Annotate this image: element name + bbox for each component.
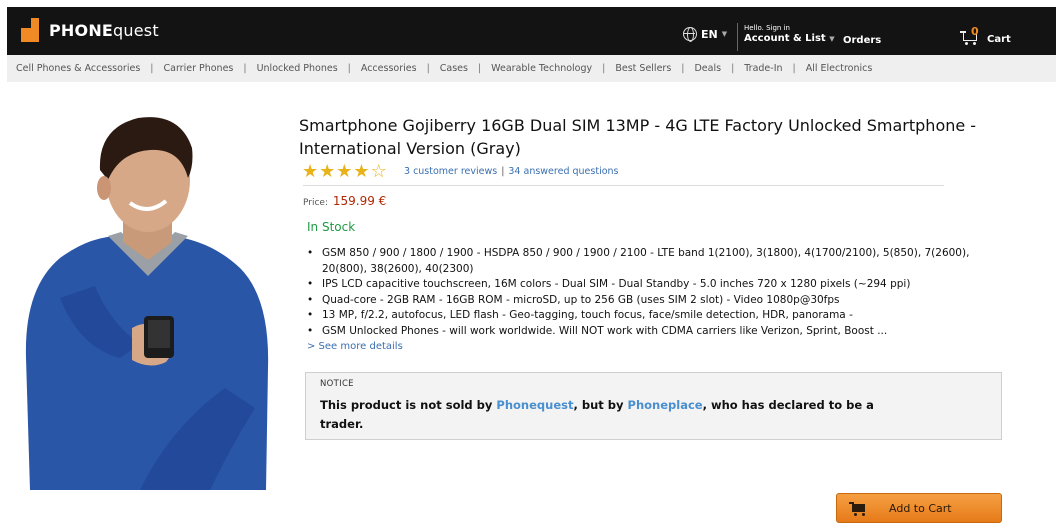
brand-name-bold: PHONE [49, 21, 114, 40]
notice-text: This product is not sold by Phonequest, … [320, 396, 880, 434]
nav-cell-phones-accessories[interactable]: Cell Phones & Accessories [16, 63, 140, 74]
account-list-label: Account & List ▼ [744, 33, 835, 44]
review-links: 3 customer reviews | 34 answered questions [404, 166, 619, 177]
language-code: EN [701, 27, 718, 41]
cart-link[interactable]: Cart [987, 34, 1011, 45]
nav-separator: | [681, 63, 685, 74]
globe-icon [683, 27, 697, 42]
nav-best-sellers[interactable]: Best Sellers [615, 63, 671, 74]
platform-link[interactable]: Phonequest [496, 398, 573, 412]
rating-stars[interactable]: ★ ★ ★ ★ ☆ [302, 163, 387, 181]
star-full-icon: ★ [353, 161, 370, 182]
account-list-text: Account & List [744, 33, 826, 44]
seller-link[interactable]: Phoneplace [628, 398, 703, 412]
language-selector[interactable]: EN ▼ [683, 27, 728, 42]
seller-notice: NOTICE This product is not sold by Phone… [305, 372, 1002, 440]
product-title: Smartphone Gojiberry 16GB Dual SIM 13MP … [299, 116, 977, 158]
feature-list: GSM 850 / 900 / 1800 / 1900 - HSDPA 850 … [307, 246, 1007, 340]
review-separator: | [501, 166, 505, 177]
notice-text-1: This product is not sold by [320, 398, 497, 412]
nav-unlocked-phones[interactable]: Unlocked Phones [257, 63, 338, 74]
cart-icon [849, 502, 867, 516]
top-header: PHONEquest EN ▼ Hello. Sign in Account &… [7, 7, 1056, 55]
answered-questions-link[interactable]: 34 answered questions [508, 166, 618, 177]
feature-item: Quad-core - 2GB RAM - 16GB ROM - microSD… [307, 293, 1007, 309]
nav-separator: | [150, 63, 154, 74]
nav-separator: | [792, 63, 796, 74]
product-photo-illustration [25, 117, 269, 490]
price-label: Price: [303, 198, 328, 208]
nav-trade-in[interactable]: Trade-In [744, 63, 782, 74]
price-row: Price: 159.99 € [303, 194, 386, 208]
nav-separator: | [731, 63, 735, 74]
product-image[interactable] [20, 108, 276, 490]
add-to-cart-label: Add to Cart [889, 502, 952, 515]
brand-logo-icon[interactable] [21, 18, 43, 42]
brand-name-rest: quest [113, 21, 159, 40]
category-nav: Cell Phones & Accessories | Carrier Phone… [7, 55, 1056, 82]
feature-item: GSM Unlocked Phones - will work worldwid… [307, 324, 1007, 340]
nav-cases[interactable]: Cases [440, 63, 468, 74]
header-divider [737, 23, 738, 51]
nav-wearable-technology[interactable]: Wearable Technology [491, 63, 592, 74]
feature-item: 13 MP, f/2.2, autofocus, LED flash - Geo… [307, 308, 1007, 324]
star-full-icon: ★ [302, 161, 319, 182]
account-menu[interactable]: Hello. Sign in Account & List ▼ [744, 24, 835, 44]
nav-deals[interactable]: Deals [694, 63, 721, 74]
star-full-icon: ★ [319, 161, 336, 182]
star-full-icon: ★ [336, 161, 353, 182]
nav-accessories[interactable]: Accessories [361, 63, 417, 74]
chevron-down-icon: ▼ [721, 30, 728, 38]
notice-text-2: , but by [573, 398, 628, 412]
sign-in-greeting: Hello. Sign in [744, 24, 790, 32]
star-empty-icon: ☆ [370, 161, 387, 182]
nav-separator: | [426, 63, 430, 74]
nav-all-electronics[interactable]: All Electronics [806, 63, 873, 74]
cart-count-badge: 0 [971, 25, 979, 38]
notice-label: NOTICE [320, 379, 354, 389]
nav-separator: | [243, 63, 247, 74]
nav-separator: | [347, 63, 351, 74]
nav-separator: | [602, 63, 606, 74]
nav-carrier-phones[interactable]: Carrier Phones [163, 63, 233, 74]
stock-status: In Stock [307, 220, 356, 234]
see-more-details-link[interactable]: > See more details [307, 341, 403, 352]
price-value: 159.99 € [332, 194, 387, 208]
customer-reviews-link[interactable]: 3 customer reviews [404, 166, 497, 177]
brand-name[interactable]: PHONEquest [49, 21, 159, 40]
orders-link[interactable]: Orders [843, 35, 881, 46]
add-to-cart-button[interactable]: Add to Cart [836, 493, 1002, 523]
feature-item: IPS LCD capacitive touchscreen, 16M colo… [307, 277, 1007, 293]
chevron-down-icon: ▼ [829, 35, 835, 43]
divider [303, 185, 944, 186]
feature-item: GSM 850 / 900 / 1800 / 1900 - HSDPA 850 … [307, 246, 1007, 277]
nav-separator: | [477, 63, 482, 74]
